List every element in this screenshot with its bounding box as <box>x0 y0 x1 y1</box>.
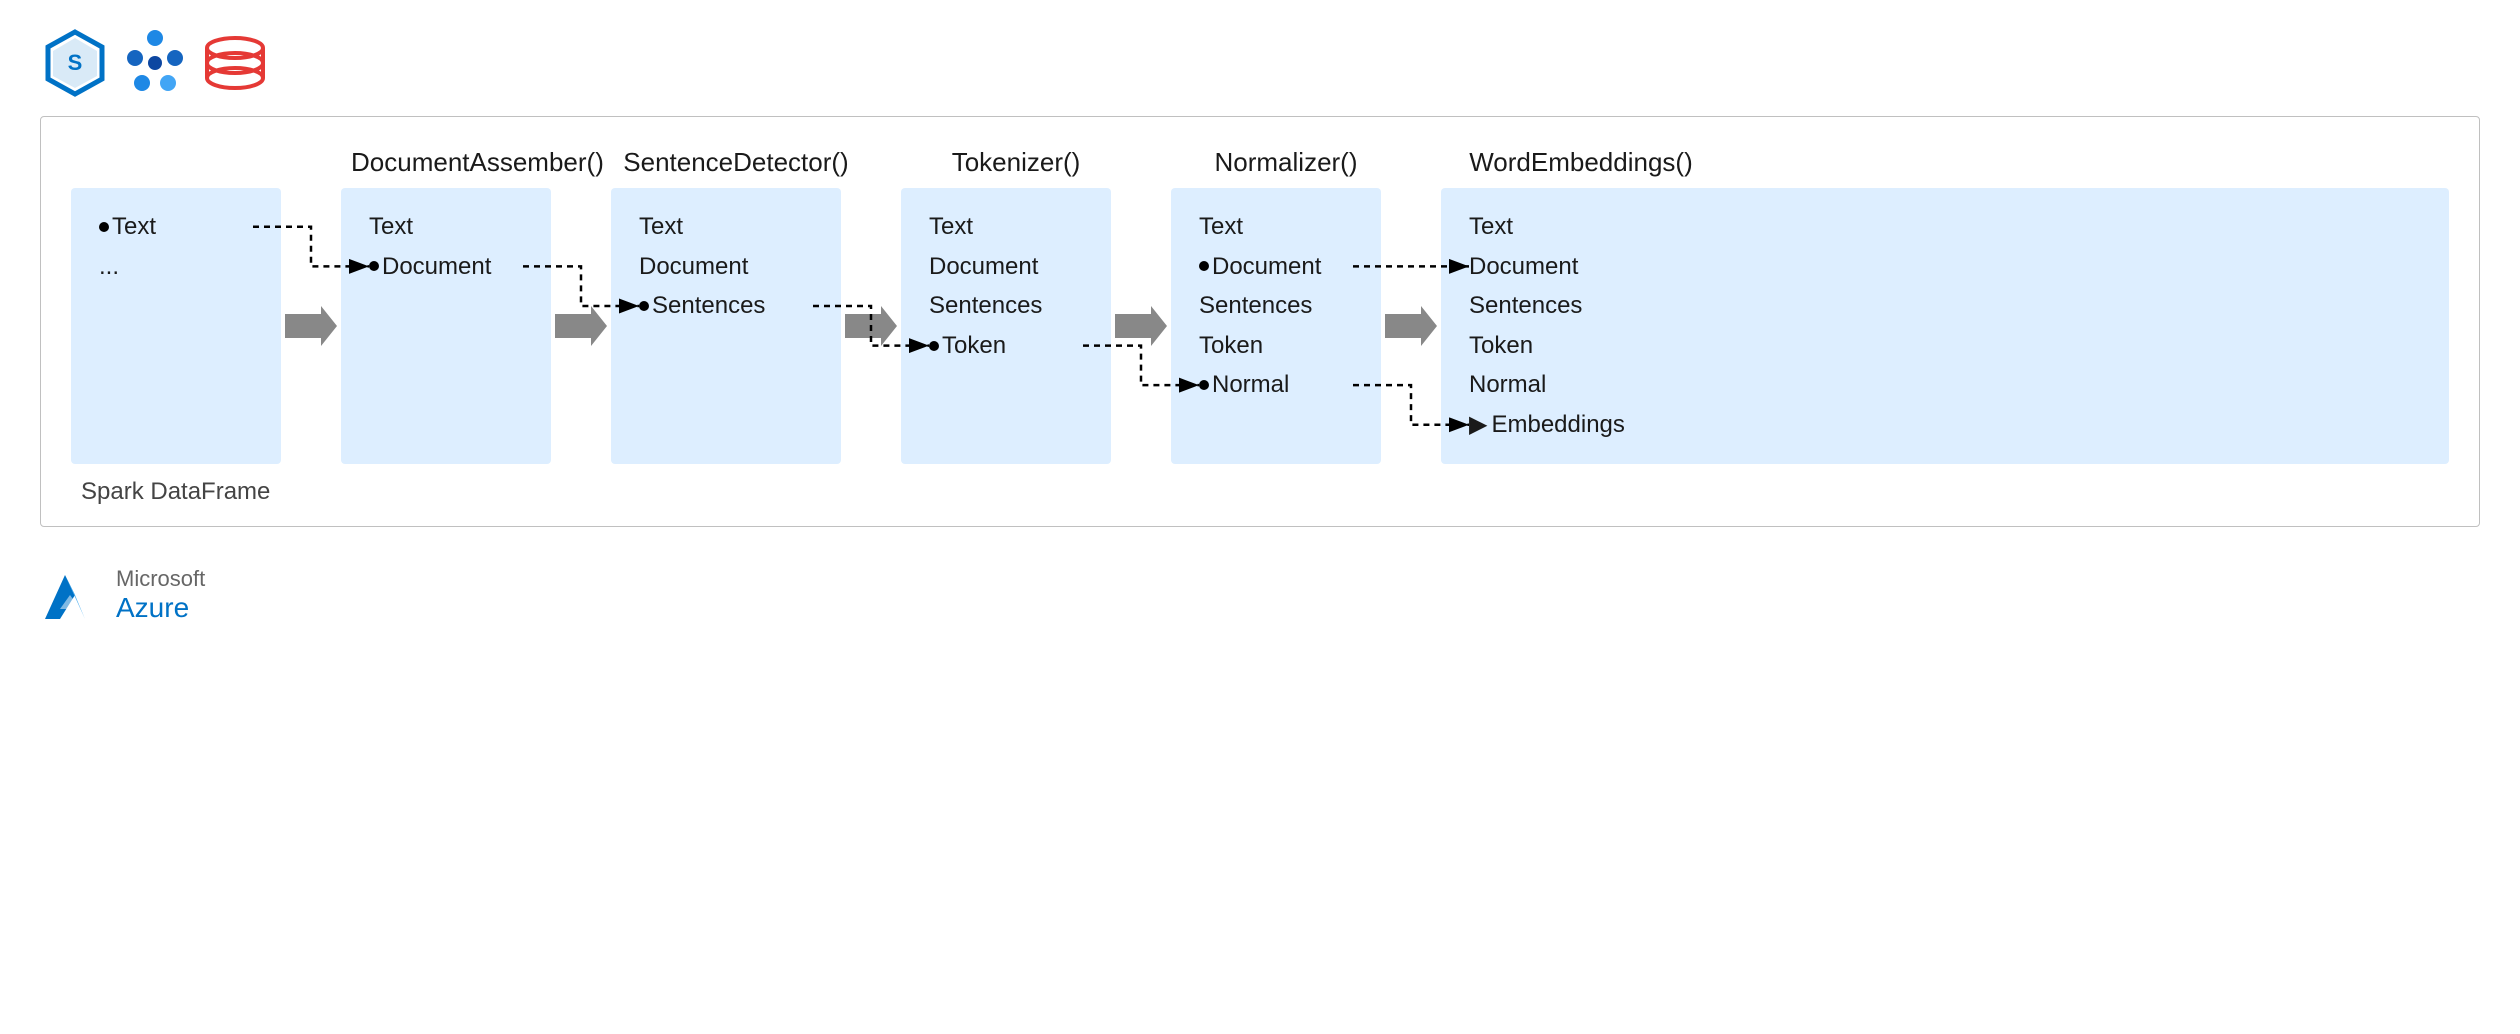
bottom-logo-area: Microsoft Azure <box>0 537 2520 625</box>
big-arrow-4 <box>1385 306 1437 346</box>
big-arrow-0 <box>285 306 337 346</box>
df-box-4-field-1: Document <box>1199 250 1353 284</box>
df-box-2: Text Document Sentences <box>611 188 841 464</box>
df-box-4: Text Document Sentences Token Normal <box>1171 188 1381 464</box>
df-box-5-field-1: Document <box>1469 250 2421 284</box>
df-box-5-field-0: Text <box>1469 210 2421 244</box>
main-diagram-container: DocumentAssember() SentenceDetector() To… <box>40 116 2480 527</box>
df-box-4-field-3: Token <box>1199 329 1353 363</box>
df-box-5-field-5: ▶ Embeddings <box>1469 408 2421 442</box>
big-arrow-2 <box>845 306 897 346</box>
azure-product-label: Azure <box>116 592 205 624</box>
df-box-1-field-1: Document <box>369 250 523 284</box>
azure-company-label: Microsoft <box>116 566 205 592</box>
df-box-1: Text Document <box>341 188 551 464</box>
pipeline-wrapper: DocumentAssember() SentenceDetector() To… <box>71 147 2449 506</box>
svg-text:S: S <box>68 50 83 75</box>
df-box-1-field-0: Text <box>369 210 523 244</box>
df-box-3-field-0: Text <box>929 210 1083 244</box>
top-logos-area: S <box>0 0 2520 116</box>
stage-label-3: Normalizer() <box>1215 147 1358 177</box>
df-box-5-field-4: Normal <box>1469 368 2421 402</box>
stage-label-1: SentenceDetector() <box>623 147 848 177</box>
arrow-1 <box>551 188 611 464</box>
stage-label-2: Tokenizer() <box>952 147 1081 177</box>
arrow-0 <box>281 188 341 464</box>
big-arrow-1 <box>555 306 607 346</box>
big-arrow-3 <box>1115 306 1167 346</box>
arrow-2 <box>841 188 901 464</box>
df-box-4-field-0: Text <box>1199 210 1353 244</box>
azure-text: Microsoft Azure <box>116 566 205 624</box>
dataframes-row: Text ... Text Document <box>71 188 2449 464</box>
synapse-icon: S <box>40 28 110 98</box>
df-box-5: Text Document Sentences Token Normal ▶ E… <box>1441 188 2449 464</box>
df-box-0-field-1: ... <box>99 250 253 284</box>
df-box-3-field-3: Token <box>929 329 1083 363</box>
df-box-4-field-4: Normal <box>1199 368 1353 402</box>
arrow-3 <box>1111 188 1171 464</box>
df-box-5-field-2: Sentences <box>1469 289 2421 323</box>
df-box-3-field-1: Document <box>929 250 1083 284</box>
stack-icon <box>200 28 270 98</box>
df-box-2-field-0: Text <box>639 210 813 244</box>
df-box-0: Text ... <box>71 188 281 464</box>
df-box-5-field-3: Token <box>1469 329 2421 363</box>
df-box-0-field-0: Text <box>99 210 253 244</box>
df-box-2-field-1: Document <box>639 250 813 284</box>
df-box-4-field-2: Sentences <box>1199 289 1353 323</box>
stage-label-4: WordEmbeddings() <box>1469 147 1693 177</box>
df-box-2-field-2: Sentences <box>639 289 813 323</box>
spark-dataframe-label: Spark DataFrame <box>71 478 2449 506</box>
ml-icon <box>120 28 190 98</box>
arrow-4 <box>1381 188 1441 464</box>
df-box-3: Text Document Sentences Token <box>901 188 1111 464</box>
stage-label-0: DocumentAssember() <box>351 147 604 177</box>
azure-logo-icon <box>40 565 100 625</box>
df-box-3-field-2: Sentences <box>929 289 1083 323</box>
stage-labels-row: DocumentAssember() SentenceDetector() To… <box>71 147 2449 178</box>
